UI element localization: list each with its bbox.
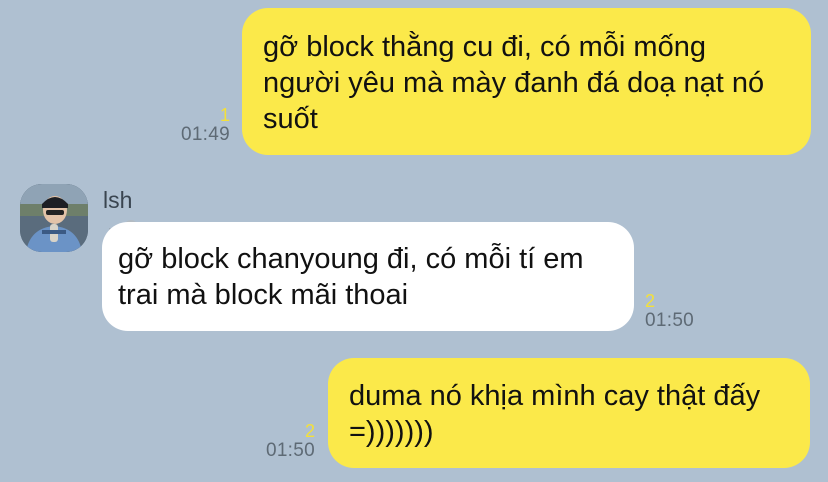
timestamp: 01:50 — [645, 310, 695, 331]
timestamp: 01:50 — [265, 440, 315, 461]
message-text: gỡ block chanyoung đi, có mỗi tí em trai… — [118, 243, 584, 311]
chat-view: 1 01:49 gỡ block thằng cu đi, có mỗi mốn… — [0, 0, 828, 482]
message-meta: 1 01:49 — [160, 106, 230, 146]
message-bubble[interactable]: duma nó khịa mình cay thật đấy =))))))) — [328, 358, 810, 468]
read-count: 1 — [219, 105, 230, 125]
sender-name: lsh — [103, 187, 133, 213]
read-count: 2 — [304, 421, 315, 441]
message-text: gỡ block thằng cu đi, có mỗi mống người … — [263, 31, 765, 135]
timestamp: 01:49 — [180, 124, 230, 145]
message-meta: 2 01:50 — [645, 292, 715, 332]
avatar-photo — [20, 184, 88, 252]
avatar[interactable] — [20, 184, 88, 252]
message-text: duma nó khịa mình cay thật đấy =))))))) — [349, 380, 761, 448]
message-bubble[interactable]: gỡ block thằng cu đi, có mỗi mống người … — [242, 8, 811, 155]
message-bubble[interactable]: gỡ block chanyoung đi, có mỗi tí em trai… — [102, 222, 634, 331]
read-count: 2 — [645, 291, 656, 311]
message-meta: 2 01:50 — [245, 422, 315, 462]
